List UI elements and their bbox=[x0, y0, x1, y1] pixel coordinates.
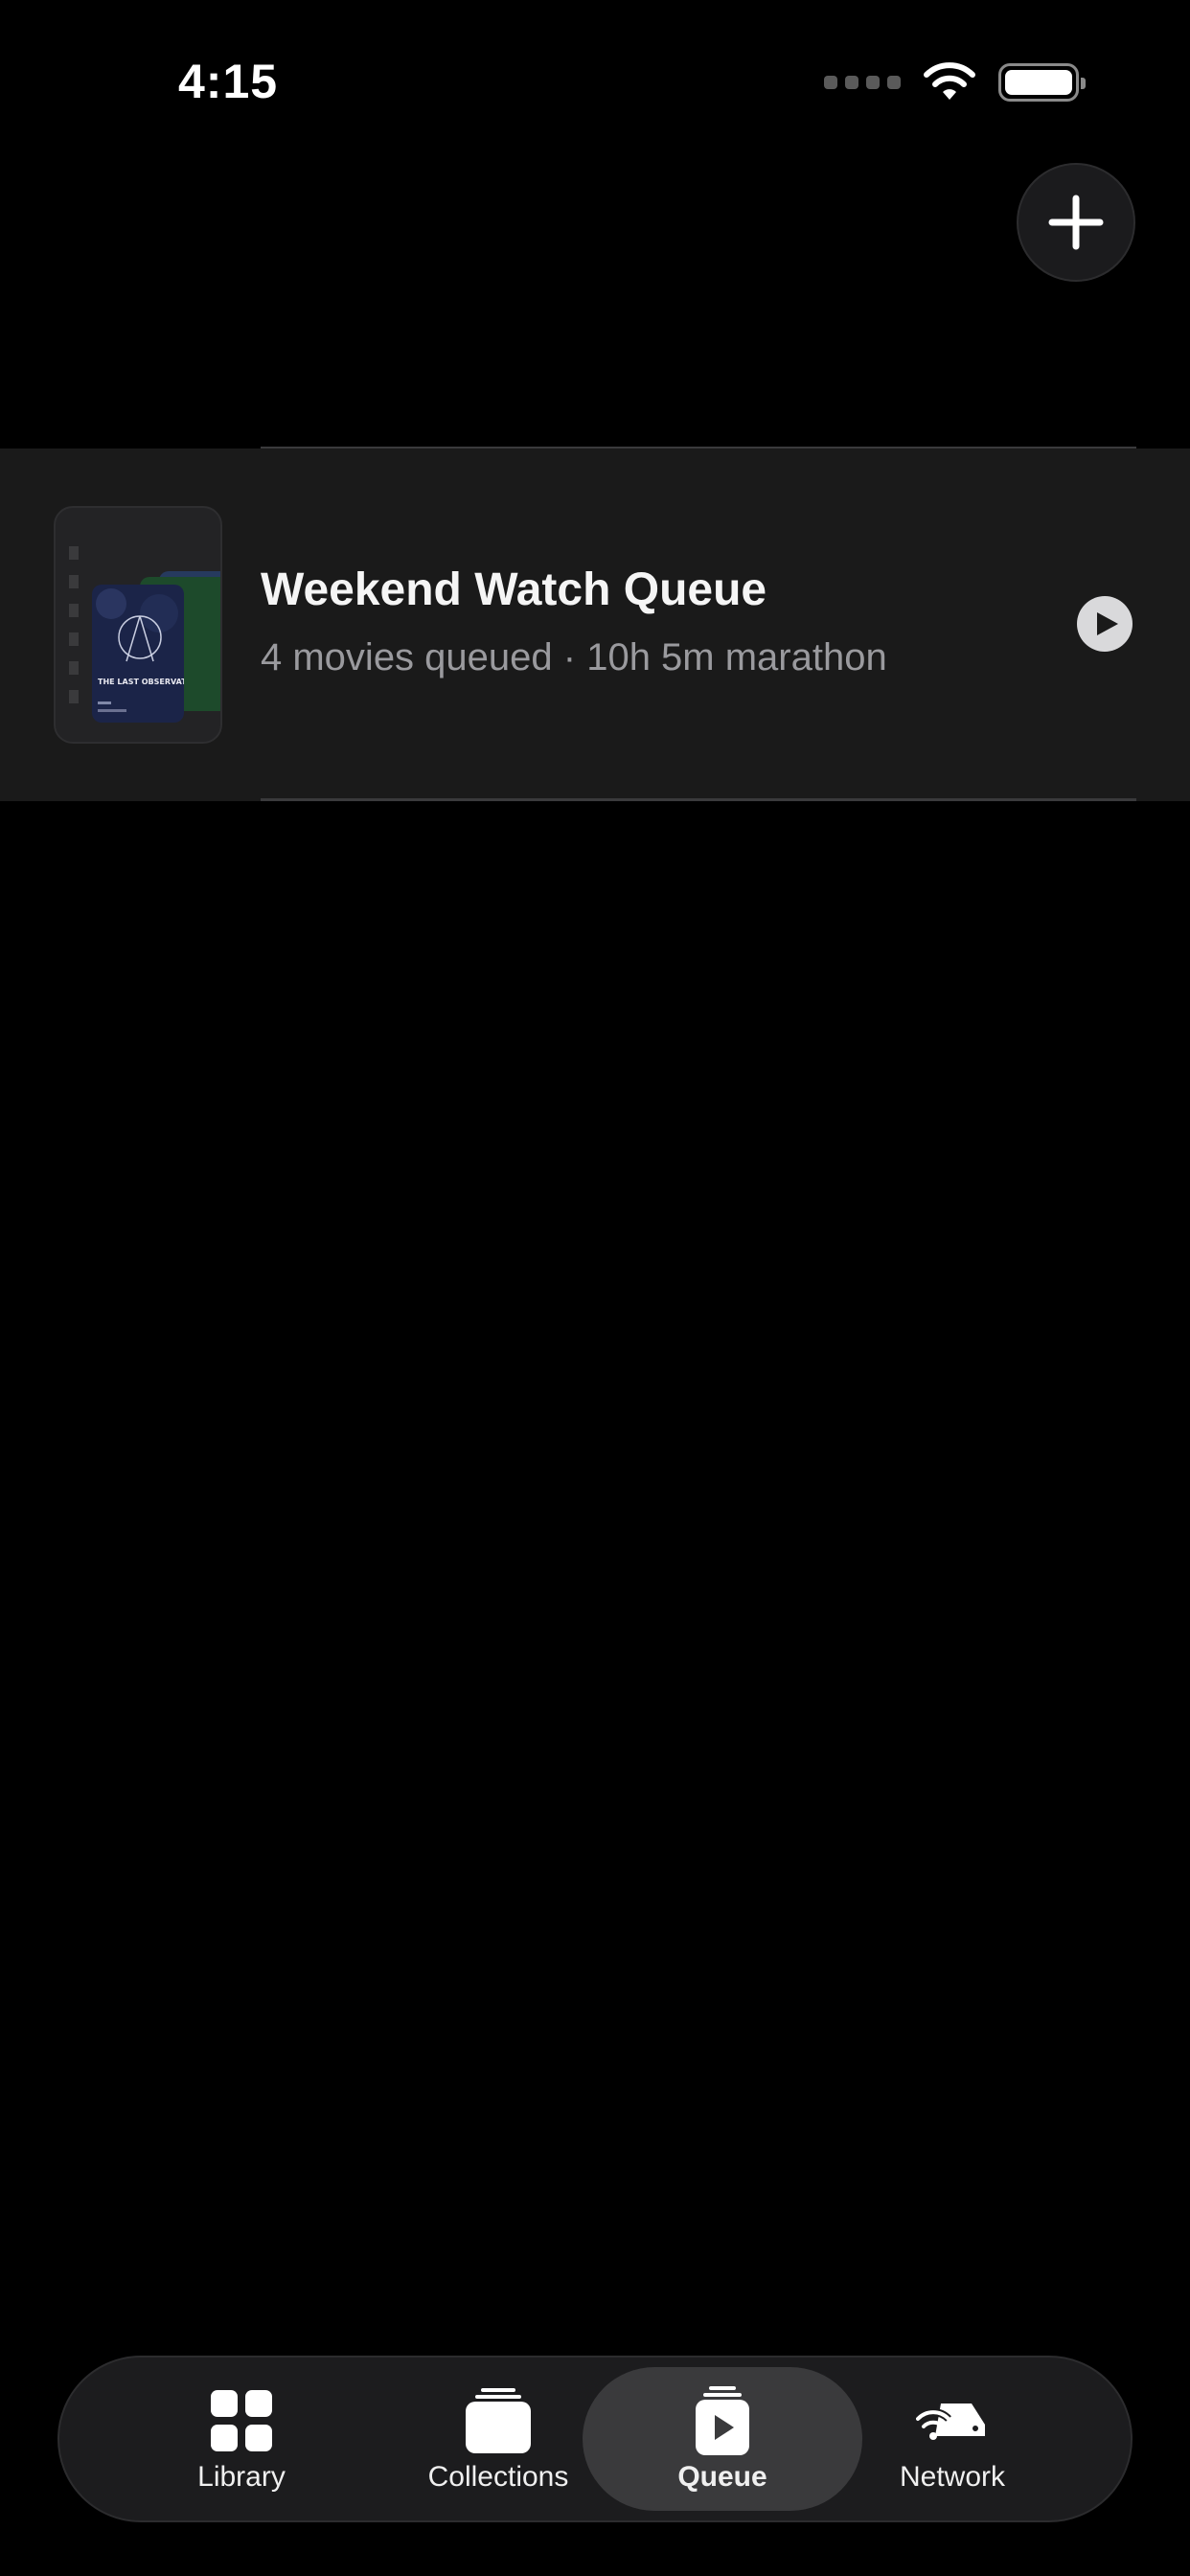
screen: 4:15 THE LAST OBSERVA Weekend Watch Queu… bbox=[0, 0, 1190, 2576]
wifi-icon bbox=[924, 62, 975, 100]
tab-network[interactable]: Network bbox=[812, 2367, 1092, 2511]
poster-title-text: THE LAST OBSERVATORY bbox=[98, 678, 184, 686]
play-stack-icon bbox=[686, 2384, 759, 2457]
battery-icon bbox=[998, 63, 1086, 102]
play-icon bbox=[1097, 612, 1118, 635]
row-divider-bottom bbox=[261, 798, 1136, 801]
add-queue-button[interactable] bbox=[1017, 163, 1135, 282]
play-queue-button[interactable] bbox=[1077, 596, 1133, 652]
stack-icon bbox=[462, 2384, 535, 2457]
tab-library[interactable]: Library bbox=[102, 2367, 381, 2511]
poster-front: THE LAST OBSERVATORY bbox=[92, 585, 184, 723]
queue-thumbnail: THE LAST OBSERVATORY bbox=[54, 506, 222, 744]
tab-label: Queue bbox=[677, 2461, 767, 2493]
queue-subtitle: 4 movies queued · 10h 5m marathon bbox=[261, 636, 887, 678]
tab-label: Library bbox=[197, 2461, 286, 2493]
status-time: 4:15 bbox=[178, 55, 279, 108]
cellular-signal-icon bbox=[824, 76, 901, 89]
queue-row[interactable]: THE LAST OBSERVATORY Weekend Watch Queue… bbox=[0, 448, 1190, 801]
film-rail bbox=[69, 546, 79, 709]
tab-label: Collections bbox=[427, 2461, 569, 2493]
plus-icon bbox=[1048, 195, 1104, 250]
queue-title: Weekend Watch Queue bbox=[261, 564, 767, 615]
tab-label: Network bbox=[899, 2461, 1006, 2493]
status-indicators bbox=[824, 59, 1086, 105]
grid-icon bbox=[205, 2384, 278, 2457]
network-drive-icon bbox=[916, 2384, 989, 2457]
tab-bar: Library Collections Queue Network bbox=[57, 2356, 1133, 2522]
